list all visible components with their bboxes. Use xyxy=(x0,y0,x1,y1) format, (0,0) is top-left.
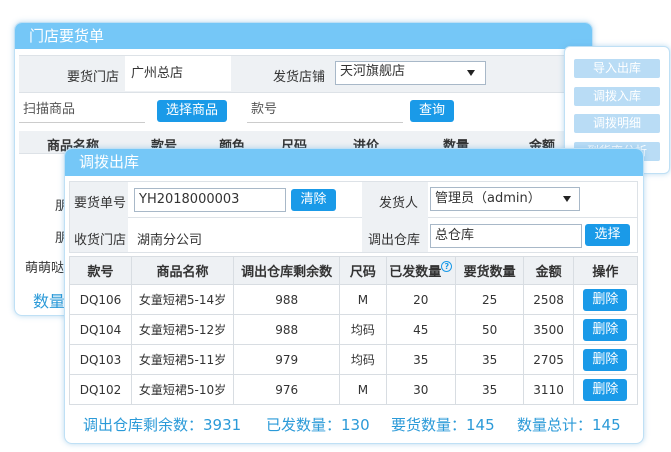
transfer-table-header: 款号 商品名称 调出仓库剩余数 尺码 已发数量? 要货数量 金额 操作 xyxy=(68,256,639,285)
row-size: 均码 xyxy=(339,344,387,375)
summary-remain: 调出仓库剩余数：3931 xyxy=(83,416,242,434)
row-sent: 30 xyxy=(385,374,457,405)
side-item-import-out[interactable]: 导入出库 xyxy=(574,59,660,78)
row-remain: 976 xyxy=(233,374,341,405)
row-size: M xyxy=(339,284,387,315)
row-action-cell: 删除 xyxy=(572,284,639,315)
row-name: 女童短裙5-11岁 xyxy=(131,344,235,375)
requisition-title: 门店要货单 xyxy=(15,23,592,49)
row-name: 女童短裙5-12岁 xyxy=(131,314,235,345)
row-req: 35 xyxy=(454,374,525,405)
col-code: 款号 xyxy=(68,256,133,285)
row-amount: 2508 xyxy=(523,284,574,315)
row-req: 25 xyxy=(454,284,525,315)
row-name: 女童短裙5-14岁 xyxy=(131,284,235,315)
ship-store-label: 发货店铺 xyxy=(273,70,326,85)
col-amount: 金额 xyxy=(523,256,574,285)
receive-store-label: 收货门店 xyxy=(74,233,127,248)
row-code: DQ102 xyxy=(68,374,133,405)
summary-bar: 调出仓库剩余数：3931 已发数量：130 要货数量：145 数量总计：145 xyxy=(83,414,638,436)
help-icon[interactable]: ? xyxy=(441,261,453,272)
out-warehouse-label: 调出仓库 xyxy=(368,233,421,248)
table-row: DQ104 女童短裙5-12岁 988 均码 45 50 3500 删除 xyxy=(68,314,639,345)
table-row: DQ106 女童短裙5-14岁 988 M 20 25 2508 删除 xyxy=(68,284,639,315)
row-amount: 3110 xyxy=(523,374,574,405)
delete-button[interactable]: 删除 xyxy=(583,378,628,401)
side-item-transfer-in[interactable]: 调拨入库 xyxy=(574,87,660,106)
delete-button[interactable]: 删除 xyxy=(583,288,628,311)
footer-fragment: 数量 xyxy=(33,292,66,311)
delete-button[interactable]: 删除 xyxy=(583,318,628,341)
query-button[interactable]: 查询 xyxy=(410,100,454,122)
row-code: DQ106 xyxy=(68,284,133,315)
select-warehouse-button[interactable]: 选择 xyxy=(585,224,630,246)
col-goods-name: 商品名称 xyxy=(131,256,235,285)
ship-store-select[interactable]: 天河旗舰店 xyxy=(335,61,486,85)
shipper-value: 管理员（admin） xyxy=(435,191,541,206)
table-row: DQ103 女童短裙5-11岁 979 均码 35 35 2705 删除 xyxy=(68,344,639,375)
row-code: DQ103 xyxy=(68,344,133,375)
row-size: M xyxy=(339,374,387,405)
store-label: 要货门店 xyxy=(67,70,120,85)
receive-store-value: 湖南分公司 xyxy=(137,233,203,248)
row-amount: 3500 xyxy=(523,314,574,345)
chevron-down-icon xyxy=(563,196,571,202)
order-no-input[interactable]: YH2018000003 xyxy=(134,188,286,212)
row-remain: 988 xyxy=(233,314,341,345)
clear-button[interactable]: 清除 xyxy=(291,189,336,211)
order-no-label: 要货单号 xyxy=(74,196,127,211)
row-name: 女童短裙5-10岁 xyxy=(131,374,235,405)
code-search-input[interactable]: 款号 xyxy=(247,100,403,123)
store-value: 广州总店 xyxy=(125,56,231,91)
scan-goods-placeholder: 扫描商品 xyxy=(23,102,76,117)
select-goods-button[interactable]: 选择商品 xyxy=(157,100,227,122)
shipper-label: 发货人 xyxy=(379,196,419,211)
table-row: DQ102 女童短裙5-10岁 976 M 30 35 3110 删除 xyxy=(68,374,639,405)
row-req: 35 xyxy=(454,344,525,375)
row-action-cell: 删除 xyxy=(572,344,639,375)
row-action-cell: 删除 xyxy=(572,314,639,345)
side-item-transfer-detail[interactable]: 调拨明细 xyxy=(574,114,660,133)
shipper-select[interactable]: 管理员（admin） xyxy=(430,187,580,211)
col-sent-label: 已发数量 xyxy=(389,265,442,280)
col-remain: 调出仓库剩余数 xyxy=(233,256,341,285)
row-size: 均码 xyxy=(339,314,387,345)
summary-req: 要货数量：145 xyxy=(391,416,495,434)
code-search-placeholder: 款号 xyxy=(251,102,278,117)
summary-total: 数量总计：145 xyxy=(517,416,621,434)
transfer-table: 款号 商品名称 调出仓库剩余数 尺码 已发数量? 要货数量 金额 操作 DQ10… xyxy=(68,256,639,405)
delete-button[interactable]: 删除 xyxy=(583,348,628,371)
col-sent: 已发数量? xyxy=(385,256,457,285)
row-sent: 35 xyxy=(385,344,457,375)
transfer-out-panel: 调拨出库 要货单号 YH2018000003 清除 发货人 管理员（admin）… xyxy=(64,148,644,444)
transfer-out-title: 调拨出库 xyxy=(65,149,643,176)
row-fragment-3: 萌萌哒 xyxy=(25,261,65,276)
form-divider xyxy=(69,217,638,218)
row-req: 50 xyxy=(454,314,525,345)
row-remain: 979 xyxy=(233,344,341,375)
col-action: 操作 xyxy=(572,256,639,285)
col-size: 尺码 xyxy=(339,256,387,285)
summary-sent: 已发数量：130 xyxy=(266,416,370,434)
scan-goods-input[interactable]: 扫描商品 xyxy=(19,100,145,123)
row-amount: 2705 xyxy=(523,344,574,375)
row-sent: 45 xyxy=(385,314,457,345)
row-code: DQ104 xyxy=(68,314,133,345)
row-sent: 20 xyxy=(385,284,457,315)
ship-store-value: 天河旗舰店 xyxy=(340,64,406,79)
row-action-cell: 删除 xyxy=(572,374,639,405)
out-warehouse-input[interactable]: 总仓库 xyxy=(430,224,582,248)
row-remain: 988 xyxy=(233,284,341,315)
col-req: 要货数量 xyxy=(454,256,525,285)
chevron-down-icon xyxy=(467,70,475,76)
